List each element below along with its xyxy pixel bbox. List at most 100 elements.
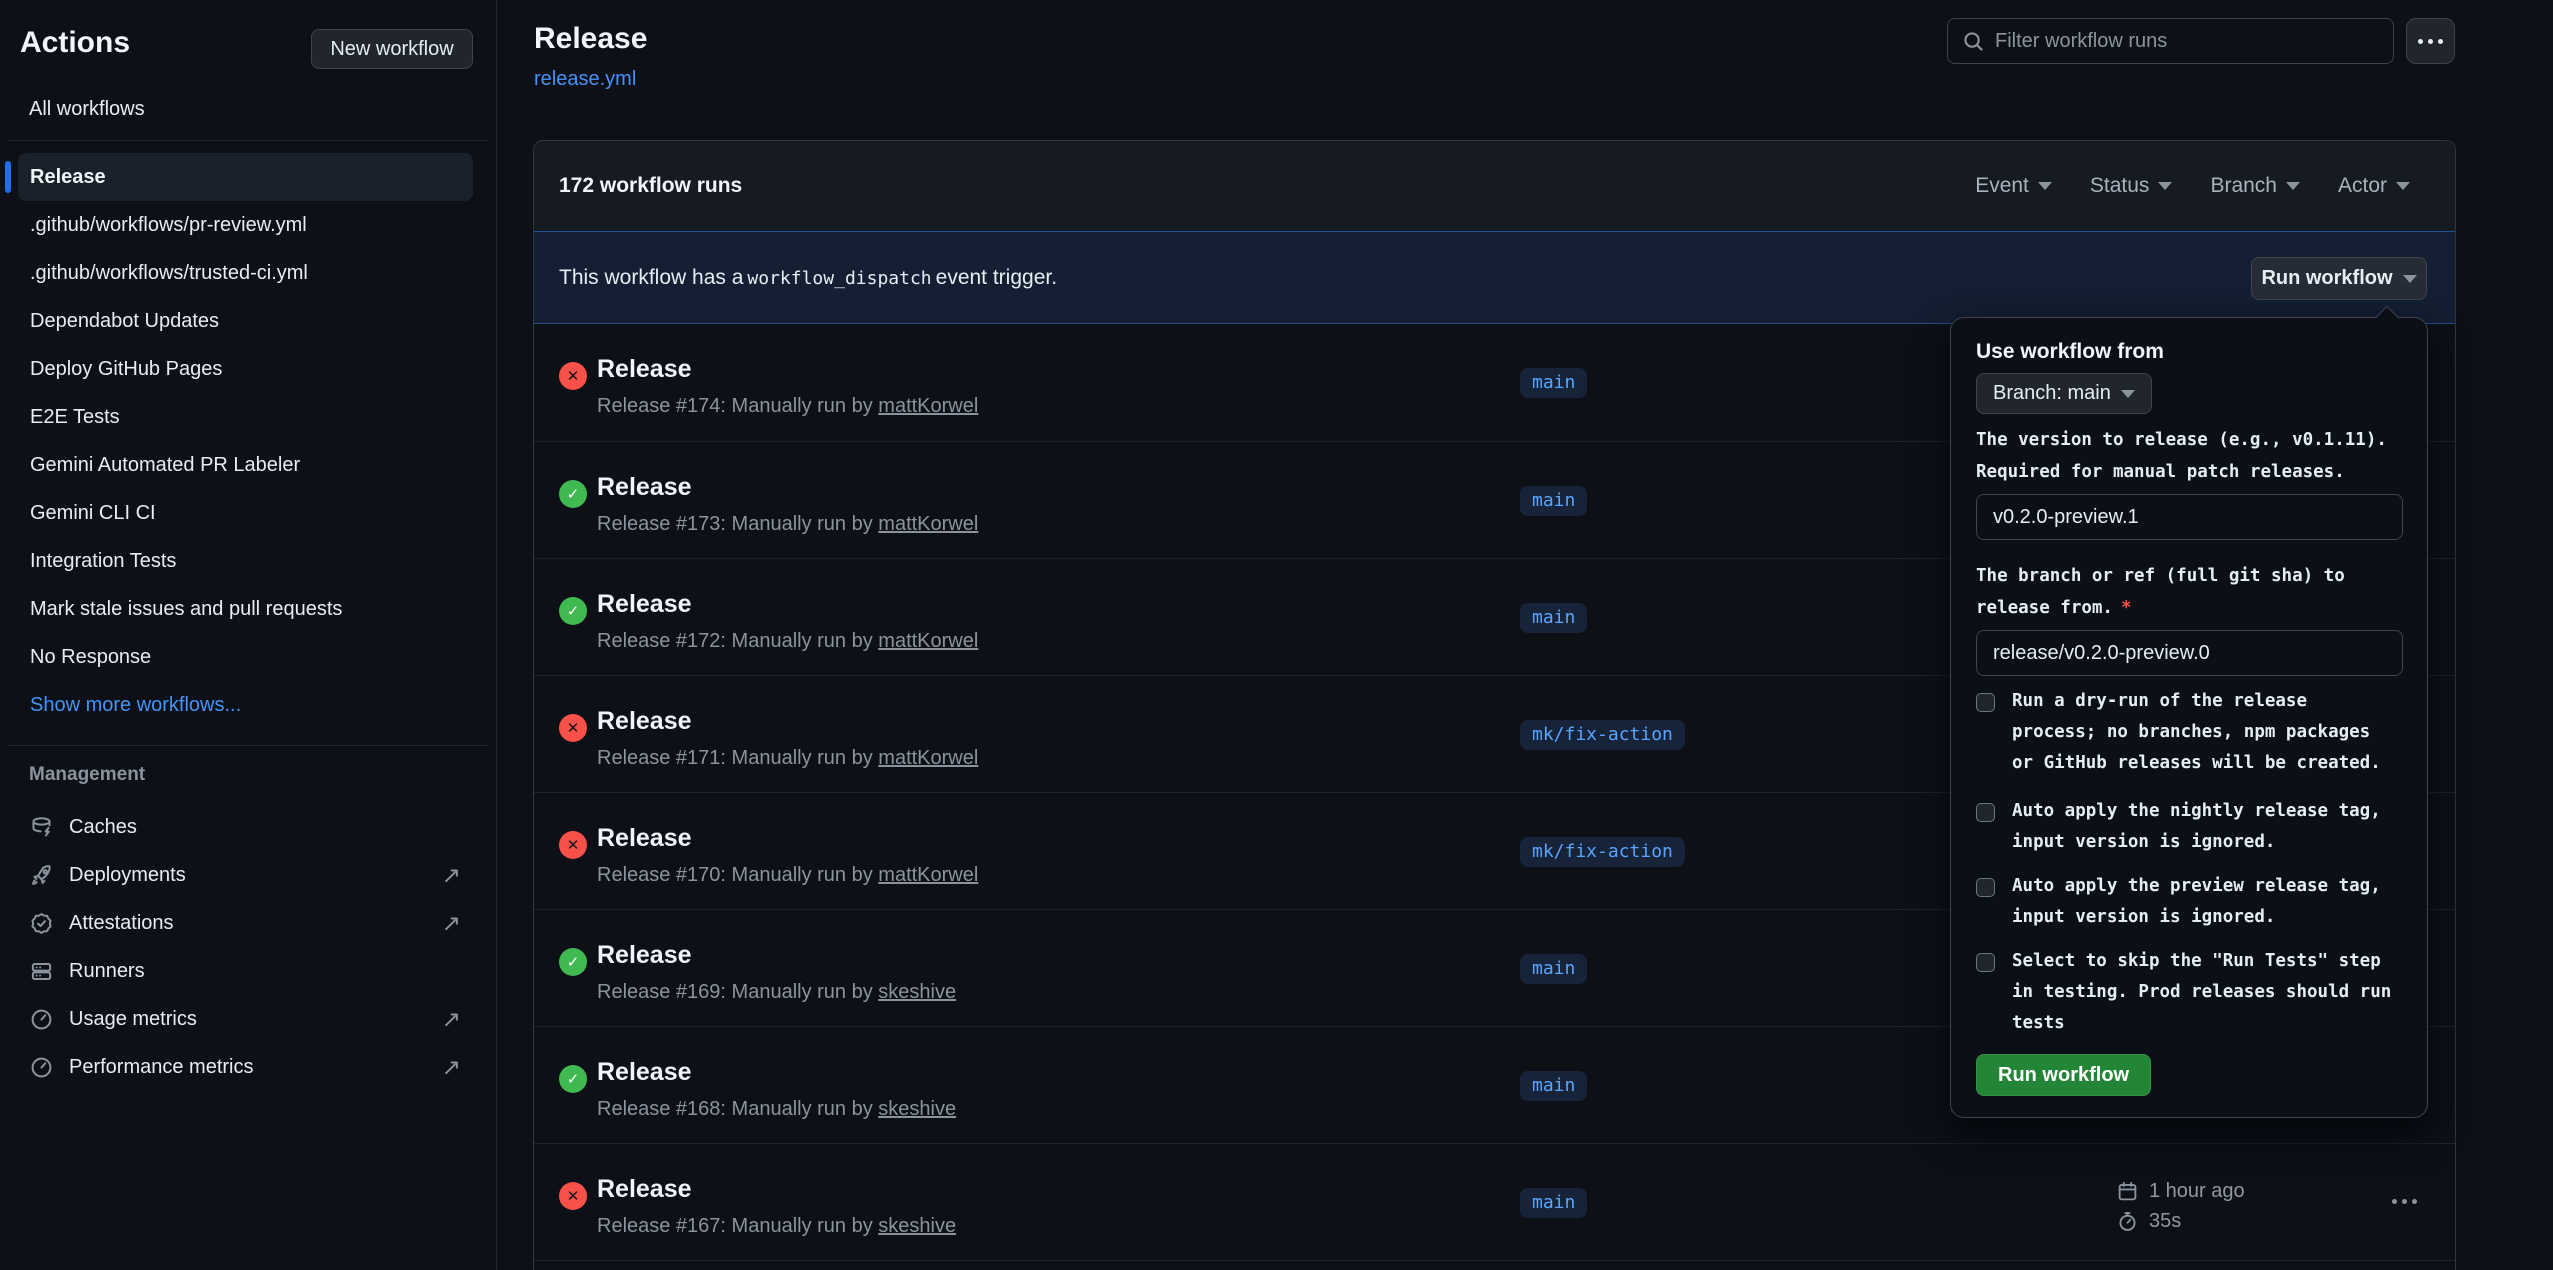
search-input[interactable] — [1995, 30, 2379, 53]
sidebar-item-workflow[interactable]: Gemini CLI CI — [18, 489, 473, 537]
workflow-run-row: ✕ Release Release #167: Manually run by … — [534, 1143, 2455, 1260]
sidebar-item-attestations[interactable]: Attestations ↗ — [0, 899, 497, 947]
actor-link[interactable]: mattKorwel — [878, 395, 978, 417]
sidebar-item-label: Deployments — [69, 864, 186, 887]
sidebar-item-workflow[interactable]: Dependabot Updates — [18, 297, 473, 345]
sidebar-item-label: Integration Tests — [30, 550, 176, 573]
selected-accent-bar — [5, 161, 11, 193]
sidebar-item-label: Mark stale issues and pull requests — [30, 598, 342, 621]
popover-checkbox-row: Auto apply the preview release tag,input… — [1976, 871, 2412, 933]
chevron-down-icon — [2396, 182, 2410, 190]
checkbox[interactable] — [1976, 803, 1995, 822]
sidebar-item-workflow[interactable]: Show more workflows... — [18, 681, 473, 729]
banner-text: This workflow has aworkflow_dispatcheven… — [559, 266, 1057, 290]
sidebar-item-workflow[interactable]: Integration Tests — [18, 537, 473, 585]
version-input[interactable] — [1976, 494, 2403, 540]
sidebar-item-workflow[interactable]: .github/workflows/pr-review.yml — [18, 201, 473, 249]
failure-icon: ✕ — [559, 714, 587, 742]
branch-label[interactable]: main — [1520, 1071, 1587, 1101]
checkbox[interactable] — [1976, 878, 1995, 897]
branch-select-button[interactable]: Branch: main — [1976, 373, 2152, 414]
run-title-link[interactable]: Release — [597, 1175, 692, 1203]
failure-icon: ✕ — [559, 362, 587, 390]
run-title-link[interactable]: Release — [597, 707, 692, 735]
workflow-file-link[interactable]: release.yml — [534, 68, 636, 91]
run-title-link[interactable]: Release — [597, 824, 692, 852]
sidebar-item-usage-metrics[interactable]: Usage metrics ↗ — [0, 995, 497, 1043]
branch-label[interactable]: main — [1520, 954, 1587, 984]
branch-label[interactable]: main — [1520, 368, 1587, 398]
filter-dropdown-branch[interactable]: Branch — [2210, 174, 2300, 198]
sidebar-item-workflow[interactable]: .github/workflows/trusted-ci.yml — [18, 249, 473, 297]
run-description: Release #167: Manually run by skeshive — [597, 1215, 956, 1238]
actor-link[interactable]: mattKorwel — [878, 513, 978, 535]
runs-list-header: 172 workflow runs Event Status Branch Ac… — [534, 141, 2455, 231]
sidebar-item-runners[interactable]: Runners — [0, 947, 497, 995]
actor-link[interactable]: skeshive — [878, 981, 956, 1003]
run-description: Release #171: Manually run by mattKorwel — [597, 747, 978, 770]
search-icon — [1962, 30, 1985, 53]
checkbox[interactable] — [1976, 693, 1995, 712]
verified-icon — [30, 912, 53, 935]
required-marker: * — [2121, 598, 2132, 618]
sidebar-item-label: E2E Tests — [30, 406, 120, 429]
external-link-icon: ↗ — [442, 1054, 461, 1081]
sidebar: Actions New workflow All workflows Relea… — [0, 0, 497, 1270]
run-description: Release #172: Manually run by mattKorwel — [597, 630, 978, 653]
filter-dropdown-status[interactable]: Status — [2090, 174, 2173, 198]
branch-label[interactable]: mk/fix-action — [1520, 837, 1685, 867]
runs-filters: Event Status Branch Actor — [1975, 174, 2410, 198]
sidebar-item-workflow[interactable]: No Response — [18, 633, 473, 681]
sidebar-item-workflow[interactable]: E2E Tests — [18, 393, 473, 441]
actor-link[interactable]: mattKorwel — [878, 864, 978, 886]
actor-link[interactable]: skeshive — [878, 1098, 956, 1120]
sidebar-item-workflow[interactable]: Gemini Automated PR Labeler — [18, 441, 473, 489]
sidebar-item-performance-metrics[interactable]: Performance metrics ↗ — [0, 1043, 497, 1091]
sidebar-item-workflow[interactable]: Deploy GitHub Pages — [18, 345, 473, 393]
sidebar-item-label: Runners — [69, 960, 145, 983]
meter-icon — [30, 1008, 53, 1031]
external-link-icon: ↗ — [442, 910, 461, 937]
branch-label[interactable]: main — [1520, 603, 1587, 633]
success-icon: ✓ — [559, 480, 587, 508]
run-description: Release #174: Manually run by mattKorwel — [597, 395, 978, 418]
chevron-down-icon — [2403, 275, 2417, 283]
run-workflow-dropdown-button[interactable]: Run workflow — [2251, 257, 2427, 300]
workflow-options-button[interactable] — [2406, 18, 2455, 64]
run-options-button[interactable] — [2392, 1199, 2417, 1204]
run-title-link[interactable]: Release — [597, 590, 692, 618]
sidebar-item-workflow[interactable]: Release — [18, 153, 473, 201]
actor-link[interactable]: skeshive — [878, 1215, 956, 1237]
run-title-link[interactable]: Release — [597, 473, 692, 501]
checkbox[interactable] — [1976, 953, 1995, 972]
sidebar-item-deployments[interactable]: Deployments ↗ — [0, 851, 497, 899]
branch-label[interactable]: main — [1520, 486, 1587, 516]
filter-dropdown-actor[interactable]: Actor — [2338, 174, 2410, 198]
branch-label[interactable]: main — [1520, 1188, 1587, 1218]
runs-count: 172 workflow runs — [559, 174, 742, 198]
sidebar-item-all-workflows[interactable]: All workflows — [20, 88, 475, 130]
sidebar-item-workflow[interactable]: Mark stale issues and pull requests — [18, 585, 473, 633]
sidebar-item-label: .github/workflows/pr-review.yml — [30, 214, 307, 237]
new-workflow-button[interactable]: New workflow — [311, 29, 473, 69]
run-title-link[interactable]: Release — [597, 355, 692, 383]
sidebar-item-label: Deploy GitHub Pages — [30, 358, 222, 381]
run-description: Release #173: Manually run by mattKorwel — [597, 513, 978, 536]
sidebar-item-caches[interactable]: Caches — [0, 803, 497, 851]
actor-link[interactable]: mattKorwel — [878, 630, 978, 652]
table-row — [534, 1260, 2455, 1270]
branch-label[interactable]: mk/fix-action — [1520, 720, 1685, 750]
checkbox-label: Auto apply the preview release tag,input… — [2012, 871, 2381, 933]
success-icon: ✓ — [559, 597, 587, 625]
checkbox-label: Select to skip the "Run Tests" stepin te… — [2012, 946, 2391, 1039]
actor-link[interactable]: mattKorwel — [878, 747, 978, 769]
filter-dropdown-event[interactable]: Event — [1975, 174, 2052, 198]
ref-input[interactable] — [1976, 630, 2403, 676]
run-workflow-submit-button[interactable]: Run workflow — [1976, 1054, 2151, 1096]
sidebar-item-label: Show more workflows... — [30, 694, 241, 717]
run-title-link[interactable]: Release — [597, 1058, 692, 1086]
filter-runs-search[interactable] — [1947, 18, 2394, 64]
stopwatch-icon — [2117, 1211, 2138, 1232]
run-title-link[interactable]: Release — [597, 941, 692, 969]
run-description: Release #170: Manually run by mattKorwel — [597, 864, 978, 887]
